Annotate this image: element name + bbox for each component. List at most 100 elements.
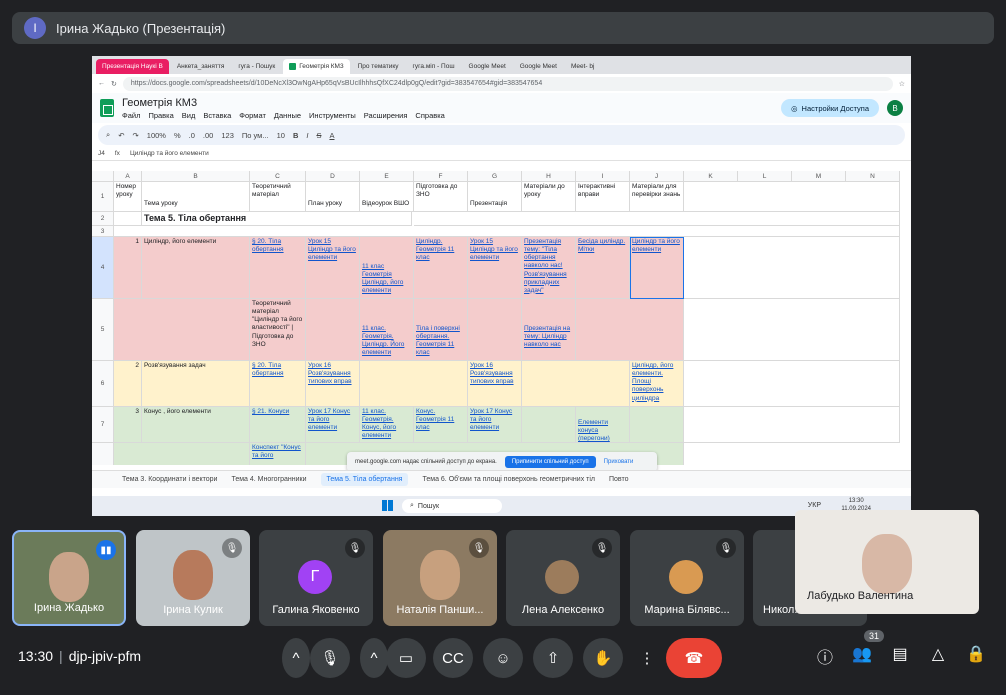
redo-icon[interactable]: ↷ bbox=[133, 131, 139, 140]
row-header[interactable]: 6 bbox=[92, 361, 114, 407]
italic-icon[interactable]: I bbox=[306, 131, 308, 140]
info-icon[interactable]: ⓘ bbox=[811, 644, 839, 668]
link-cell[interactable]: Презентація тему: "Тіла обертання навкол… bbox=[522, 237, 576, 299]
empty-cell[interactable] bbox=[306, 299, 360, 361]
theory-cell[interactable]: Теоретичний матеріал "Циліндр та його вл… bbox=[250, 299, 306, 361]
lesson-number-cell[interactable]: 3 bbox=[114, 407, 142, 443]
chat-icon[interactable]: ▤ bbox=[886, 644, 914, 664]
menu-edit[interactable]: Правка bbox=[148, 111, 173, 120]
header-cell[interactable]: Номер уроку bbox=[114, 182, 142, 212]
empty-cell[interactable] bbox=[684, 299, 900, 361]
menu-extensions[interactable]: Расширения bbox=[364, 111, 408, 120]
stop-sharing-button[interactable]: Припинити спільний доступ bbox=[504, 456, 596, 468]
share-button[interactable]: ◎ Настройки Доступа bbox=[781, 99, 879, 117]
decimal-decrease[interactable]: .0 bbox=[189, 131, 195, 140]
more-options-icon[interactable]: ⋮ bbox=[633, 638, 661, 678]
header-cell[interactable]: Відеоурок ВШО bbox=[360, 182, 414, 212]
empty-cell[interactable] bbox=[114, 443, 250, 465]
header-cell[interactable]: Матеріали для перевірки знань bbox=[630, 182, 684, 212]
font-size[interactable]: 10 bbox=[277, 131, 285, 140]
percent-button[interactable]: % bbox=[174, 131, 181, 140]
microphone-button[interactable]: 🎙 bbox=[310, 638, 350, 678]
sheet-tab[interactable]: Тема 6. Об'єми та площі поверхонь геомет… bbox=[422, 476, 595, 483]
browser-tab[interactable]: Google Meet bbox=[462, 59, 512, 74]
browser-tab[interactable]: Презентація Наукі B bbox=[96, 59, 169, 74]
empty-cell[interactable] bbox=[522, 361, 630, 407]
link-cell[interactable]: Урок 15 Циліндр та його елементи bbox=[306, 237, 360, 299]
lesson-topic-cell[interactable]: Розв'язування задач bbox=[142, 361, 250, 407]
browser-tab-active[interactable]: Геометрія КМ3 bbox=[283, 59, 350, 74]
col-header[interactable]: K bbox=[684, 171, 738, 182]
empty-cell[interactable] bbox=[684, 361, 900, 407]
empty-cell[interactable] bbox=[468, 299, 522, 361]
link-cell[interactable]: Урок 17 Конус та його елементи bbox=[468, 407, 522, 443]
link-cell[interactable]: Тіла і поверхні обертання. Геометрія 11 … bbox=[414, 299, 468, 361]
header-cell[interactable]: Матеріали до уроку bbox=[522, 182, 576, 212]
browser-tab[interactable]: Анкета_заняття bbox=[170, 59, 231, 74]
header-cell[interactable]: Теоретичний матеріал bbox=[250, 182, 306, 212]
hide-banner-button[interactable]: Приховати bbox=[604, 459, 634, 465]
participant-tile[interactable]: 🎙 Лена Алексенко bbox=[506, 530, 620, 626]
undo-icon[interactable]: ↶ bbox=[118, 131, 124, 140]
col-header[interactable]: F bbox=[414, 171, 468, 182]
decimal-increase[interactable]: .00 bbox=[203, 131, 213, 140]
number-format[interactable]: 123 bbox=[221, 131, 234, 140]
empty-cell[interactable] bbox=[414, 212, 900, 226]
empty-cell[interactable] bbox=[630, 407, 684, 443]
row-header[interactable] bbox=[92, 443, 114, 465]
sheet-tab[interactable]: Тема 4. Многогранники bbox=[231, 476, 306, 483]
language-indicator[interactable]: УКР bbox=[808, 502, 821, 509]
windows-start-icon[interactable] bbox=[382, 500, 393, 511]
lesson-topic-cell[interactable]: Конус , його елементи bbox=[142, 407, 250, 443]
participant-tile[interactable]: 🎙 Ірина Кулик bbox=[136, 530, 250, 626]
row-header[interactable]: 1 bbox=[92, 182, 114, 212]
link-cell[interactable]: Урок 17 Конус та його елементи bbox=[306, 407, 360, 443]
browser-tab[interactable]: гуга.міп - Пош bbox=[406, 59, 461, 74]
col-header[interactable]: G bbox=[468, 171, 522, 182]
video-options-chevron-icon[interactable]: ^ bbox=[360, 638, 388, 678]
captions-button[interactable]: CC bbox=[433, 638, 473, 678]
link-cell[interactable]: § 21. Конуси bbox=[250, 407, 306, 443]
col-header[interactable]: I bbox=[576, 171, 630, 182]
menu-view[interactable]: Вид bbox=[182, 111, 196, 120]
activities-icon[interactable]: △ bbox=[924, 644, 952, 664]
link-cell[interactable]: Бесіда циліндр. Мітки bbox=[576, 237, 630, 299]
link-cell[interactable]: Конус. Геометрія 11 клас bbox=[414, 407, 468, 443]
sheet-tab[interactable]: Повто bbox=[609, 476, 629, 483]
row-header[interactable]: 4 bbox=[92, 237, 114, 299]
formula-value[interactable]: Циліндр та його елементи bbox=[130, 150, 209, 157]
link-cell[interactable]: Елементи конуса (перегони) bbox=[576, 407, 630, 443]
menu-help[interactable]: Справка bbox=[415, 111, 444, 120]
empty-cell[interactable] bbox=[522, 407, 576, 443]
header-cell[interactable]: Презентація bbox=[468, 182, 522, 212]
browser-tab[interactable]: Meet- bj bbox=[564, 59, 601, 74]
text-color-icon[interactable]: A bbox=[329, 131, 334, 140]
row-header[interactable]: 5 bbox=[92, 299, 114, 361]
corner-cell[interactable] bbox=[92, 171, 114, 182]
present-button[interactable]: ⇧ bbox=[533, 638, 573, 678]
empty-cell[interactable] bbox=[114, 212, 142, 226]
lesson-number-cell[interactable]: 1 bbox=[114, 237, 142, 299]
browser-tab[interactable]: Google Meet bbox=[513, 59, 563, 74]
lesson-number-cell[interactable]: 2 bbox=[114, 361, 142, 407]
header-cell[interactable]: Тема уроку bbox=[142, 182, 250, 212]
people-icon[interactable]: 👥 bbox=[848, 644, 876, 664]
zoom-select[interactable]: 100% bbox=[147, 131, 166, 140]
sheet-tab[interactable]: Тема 3. Координати і вектори bbox=[122, 476, 217, 483]
empty-cell[interactable] bbox=[684, 407, 900, 443]
font-select[interactable]: По ум... bbox=[242, 131, 269, 140]
doc-title[interactable]: Геометрія КМ3 bbox=[122, 97, 445, 109]
link-cell[interactable]: § 20. Тіла обертання bbox=[250, 361, 306, 407]
link-cell[interactable]: 11 клас Геометрія Циліндр, його елементи bbox=[360, 237, 414, 299]
lesson-topic-cell[interactable]: Циліндр, його елементи bbox=[142, 237, 250, 299]
strike-icon[interactable]: S bbox=[316, 131, 321, 140]
empty-cell[interactable] bbox=[576, 299, 684, 361]
user-avatar[interactable]: B bbox=[887, 100, 903, 116]
participant-tile[interactable]: Г 🎙 Галина Яковенко bbox=[259, 530, 373, 626]
link-cell[interactable]: Урок 15 Циліндр та його елементи bbox=[468, 237, 522, 299]
participant-tile[interactable]: 🎙 Наталія Панши... bbox=[383, 530, 497, 626]
bold-icon[interactable]: B bbox=[293, 131, 298, 140]
row-header[interactable]: 3 bbox=[92, 226, 114, 237]
audio-options-chevron-icon[interactable]: ^ bbox=[282, 638, 310, 678]
link-cell[interactable]: 11 клас. Геометрія. Циліндр. Його елемен… bbox=[360, 299, 414, 361]
